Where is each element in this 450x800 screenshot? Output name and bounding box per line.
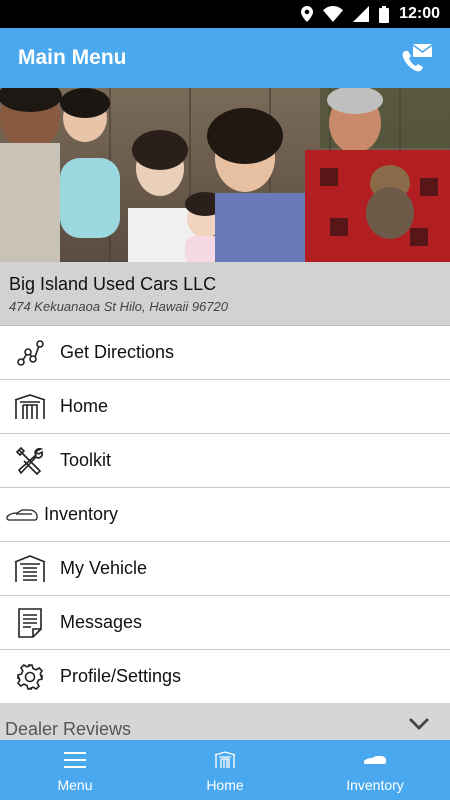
gear-icon [0, 650, 60, 704]
phone-mail-icon[interactable] [400, 41, 434, 75]
directions-icon [0, 326, 60, 380]
chevron-down-icon[interactable] [408, 707, 430, 736]
bottom-nav: Menu Home Inventory [0, 740, 450, 800]
nav-tab-label: Home [206, 777, 244, 793]
app-bar: Main Menu [0, 28, 450, 88]
status-bar: 12:00 [0, 0, 450, 28]
dealer-address: 474 Kekuanaoa St Hilo, Hawaii 96720 [9, 299, 228, 314]
menu-item-inventory[interactable]: Inventory [0, 488, 450, 542]
menu-item-label: Messages [60, 612, 143, 632]
home-garage-icon [214, 747, 236, 773]
battery-icon [379, 5, 390, 23]
signal-icon [353, 6, 370, 22]
nav-tab-inventory[interactable]: Inventory [300, 740, 450, 800]
location-icon [301, 6, 314, 22]
menu-item-label: Inventory [44, 504, 119, 524]
wifi-icon [323, 6, 344, 22]
hamburger-icon [64, 747, 86, 773]
menu-item-toolkit[interactable]: Toolkit [0, 434, 450, 488]
menu-item-messages[interactable]: Messages [0, 596, 450, 650]
nav-tab-label: Menu [57, 777, 93, 793]
document-icon [0, 596, 60, 650]
dealer-name: Big Island Used Cars LLC [9, 274, 217, 294]
menu-item-my-vehicle[interactable]: My Vehicle [0, 542, 450, 596]
dealer-reviews-label: Dealer Reviews [5, 719, 132, 739]
car-icon [0, 488, 44, 542]
garage-car-icon [0, 542, 60, 596]
nav-tab-menu[interactable]: Menu [0, 740, 150, 800]
dealer-info: Big Island Used Cars LLC 474 Kekuanaoa S… [0, 262, 450, 326]
menu-item-home[interactable]: Home [0, 380, 450, 434]
tools-icon [0, 434, 60, 488]
menu-item-label: My Vehicle [60, 558, 148, 578]
home-garage-icon [0, 380, 60, 434]
menu-item-get-directions[interactable]: Get Directions [0, 326, 450, 380]
dealer-reviews-header[interactable]: Dealer Reviews [0, 703, 450, 740]
menu-item-profile-settings[interactable]: Profile/Settings [0, 650, 450, 704]
main-menu-list: Get Directions Home Toolkit Inventory My… [0, 326, 450, 704]
nav-tab-label: Inventory [346, 777, 404, 793]
clock-time: 12:00 [399, 5, 440, 22]
nav-tab-home[interactable]: Home [150, 740, 300, 800]
menu-item-label: Toolkit [60, 450, 112, 470]
menu-item-label: Profile/Settings [60, 666, 182, 686]
menu-item-label: Home [60, 396, 109, 416]
menu-item-label: Get Directions [60, 342, 175, 362]
car-icon [363, 747, 387, 773]
family-photo [0, 88, 450, 262]
hero-image [0, 88, 450, 262]
page-title: Main Menu [18, 46, 127, 69]
